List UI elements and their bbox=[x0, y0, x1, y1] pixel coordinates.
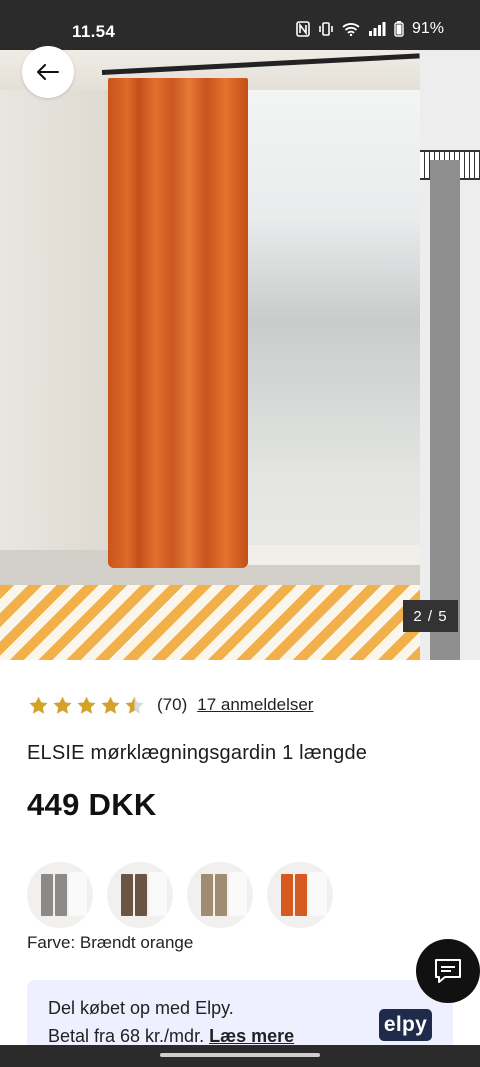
vibrate-icon bbox=[319, 22, 333, 36]
chat-button[interactable] bbox=[416, 939, 480, 1003]
swatch-curtain bbox=[215, 874, 227, 916]
home-indicator[interactable] bbox=[160, 1053, 320, 1057]
star-full-icon bbox=[101, 696, 120, 714]
elpy-text: Del købet op med Elpy. bbox=[48, 998, 234, 1018]
arrow-left-icon bbox=[37, 64, 59, 80]
elpy-logo: elpy bbox=[379, 1009, 432, 1041]
wifi-icon bbox=[342, 23, 360, 36]
swatch-curtain bbox=[121, 874, 133, 916]
star-full-icon bbox=[53, 696, 72, 714]
rating-row: (70) 17 anmeldelser bbox=[28, 693, 313, 717]
swatch-window bbox=[309, 872, 327, 916]
swatch-curtain bbox=[295, 874, 307, 916]
window-sill bbox=[240, 545, 420, 565]
chat-icon bbox=[435, 959, 461, 983]
swatch-window bbox=[229, 872, 247, 916]
brown-swatch[interactable] bbox=[107, 862, 173, 928]
star-half-icon bbox=[125, 696, 144, 714]
star-full-icon bbox=[77, 696, 96, 714]
swatch-curtain bbox=[135, 874, 147, 916]
elpy-banner[interactable]: Del købet op med Elpy. Betal fra 68 kr./… bbox=[27, 980, 453, 1048]
star-rating bbox=[28, 695, 145, 716]
status-icons: 91% bbox=[296, 20, 444, 38]
swatch-curtain bbox=[41, 874, 53, 916]
status-time: 11.54 bbox=[72, 22, 116, 41]
window bbox=[240, 90, 420, 600]
back-button[interactable] bbox=[22, 46, 74, 98]
nfc-icon bbox=[296, 21, 310, 37]
elpy-read-more-link[interactable]: Læs mere bbox=[209, 1026, 294, 1046]
product-title: ELSIE mørklægningsgardin 1 længde bbox=[27, 742, 368, 764]
image-counter: 2 / 5 bbox=[403, 600, 458, 632]
reviews-link[interactable]: 17 anmeldelser bbox=[197, 695, 313, 715]
curtain-image bbox=[108, 78, 248, 568]
beige-swatch[interactable] bbox=[187, 862, 253, 928]
swatch-curtain bbox=[55, 874, 67, 916]
signal-icon bbox=[368, 22, 386, 36]
product-image-gallery[interactable] bbox=[0, 50, 480, 660]
swatch-curtain bbox=[201, 874, 213, 916]
rating-count: (70) bbox=[157, 695, 188, 714]
rug bbox=[0, 585, 420, 660]
elpy-offer: Betal fra 68 kr./mdr. Læs mere bbox=[48, 1026, 294, 1047]
system-nav-bar bbox=[0, 1045, 480, 1067]
swatch-window bbox=[69, 872, 87, 916]
battery-percent: 91% bbox=[411, 20, 444, 37]
color-label: Farve: Brændt orange bbox=[27, 933, 194, 952]
battery-icon bbox=[394, 21, 404, 37]
swatch-curtain bbox=[281, 874, 293, 916]
color-swatches bbox=[27, 862, 333, 928]
wall bbox=[0, 50, 110, 610]
next-image-preview[interactable] bbox=[420, 50, 480, 660]
product-price: 449 DKK bbox=[27, 787, 157, 822]
status-bar: 11.54 91% bbox=[0, 0, 480, 50]
orange-swatch[interactable] bbox=[267, 862, 333, 928]
next-image-panel bbox=[430, 160, 460, 660]
swatch-window bbox=[149, 872, 167, 916]
grey-swatch[interactable] bbox=[27, 862, 93, 928]
elpy-price-text: Betal fra 68 kr./mdr. bbox=[48, 1026, 205, 1046]
star-full-icon bbox=[29, 696, 48, 714]
